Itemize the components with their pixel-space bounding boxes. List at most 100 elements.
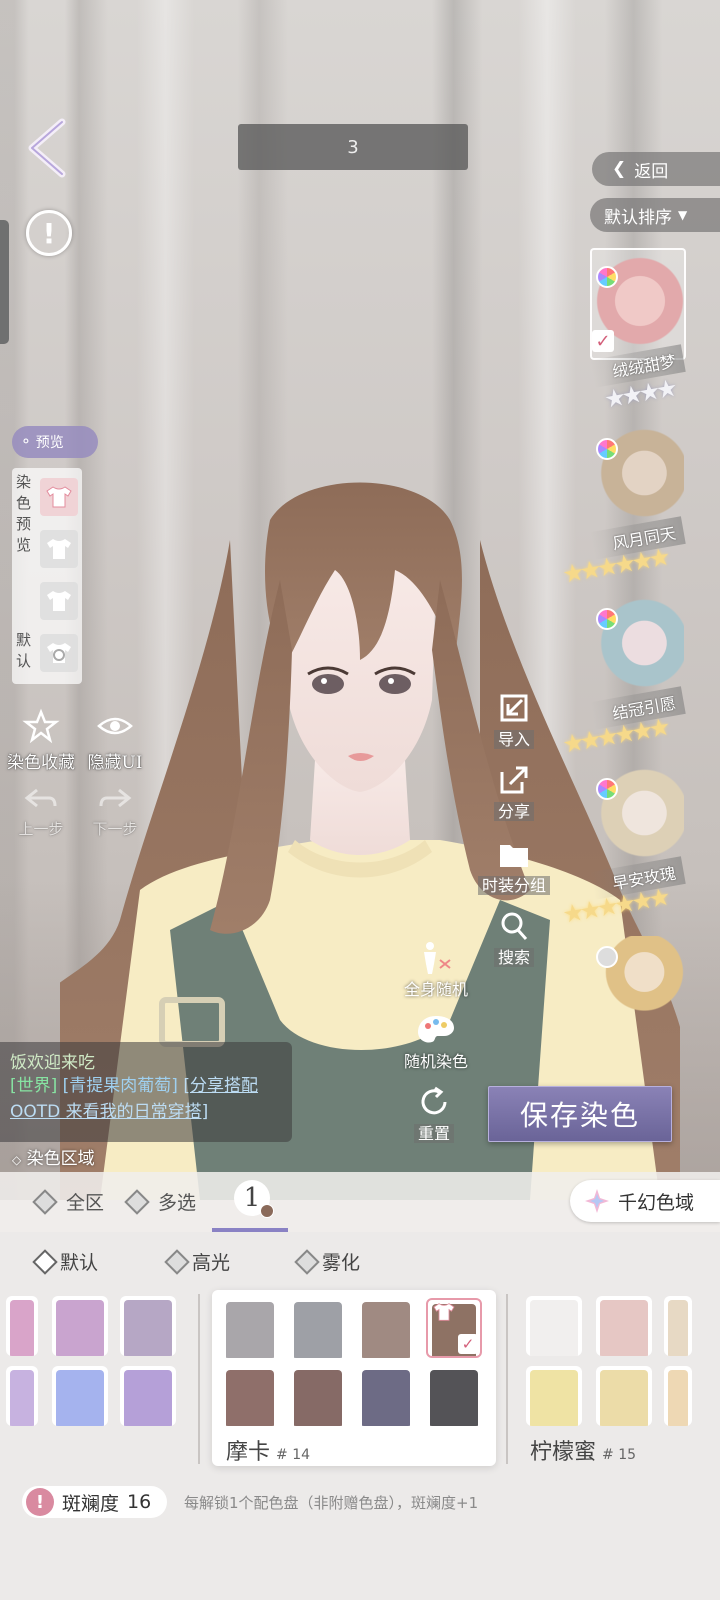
chat-message: [世界] [青提果肉葡萄] [分享搭配OOTD 来看我的日常穿搭]	[10, 1073, 282, 1125]
hide-ui-button[interactable]: 隐藏UI	[80, 708, 150, 773]
tab-default[interactable]: 默认	[32, 1248, 99, 1275]
random-dye-label: 随机染色	[403, 1052, 468, 1071]
hair-swatch[interactable]	[52, 1366, 108, 1426]
hair-swatch[interactable]	[222, 1366, 278, 1426]
hide-ui-label: 隐藏UI	[87, 753, 143, 773]
eye-icon: ⚬	[20, 434, 32, 450]
tab-region-1[interactable]: 1	[212, 1172, 288, 1232]
beauty-badge[interactable]: ! 斑斓度 16	[22, 1486, 168, 1518]
hair-swatch-selected[interactable]: ✓	[426, 1298, 482, 1358]
shirt-preview-icon[interactable]	[40, 478, 78, 516]
tab-all-regions[interactable]: 全区	[32, 1188, 105, 1215]
page-counter: 3	[238, 124, 468, 170]
tab-all-label: 全区	[66, 1192, 105, 1214]
redo-arrow-icon	[99, 788, 132, 808]
sort-dropdown[interactable]: 默认排序 ▼	[590, 198, 720, 232]
chat-box[interactable]: 饭欢迎来吃 [世界] [青提果肉葡萄] [分享搭配OOTD 来看我的日常穿搭]	[0, 1042, 292, 1142]
import-button[interactable]: 导入	[474, 690, 554, 750]
hair-swatch[interactable]	[664, 1366, 692, 1426]
hair-swatch[interactable]	[526, 1296, 582, 1356]
dye-preview-label: 染 色 预 览	[16, 473, 32, 554]
back-arrow-icon[interactable]	[22, 118, 74, 178]
dye-region-label: ◇ 染色区域	[12, 1149, 95, 1169]
diamond-checkbox-icon	[294, 1248, 320, 1275]
hairstyle-item[interactable]: ✓ 绒绒甜梦 ★★★★	[560, 248, 720, 416]
color-wheel-icon	[596, 608, 618, 630]
beauty-note: 每解锁1个配色盘（非附赠色盘），斑斓度+1	[184, 1494, 479, 1512]
tab-mist[interactable]: 雾化	[294, 1248, 361, 1275]
outfit-group-button[interactable]: 时装分组	[474, 836, 554, 896]
diamond-checkbox-icon	[124, 1188, 150, 1215]
return-button[interactable]: ❮ 返回	[592, 152, 720, 186]
dye-mode-tabs: 默认 高光 雾化	[0, 1232, 720, 1292]
preview-toggle-label: 预览	[35, 435, 64, 451]
undo-button[interactable]: 上一步	[6, 786, 76, 839]
hair-swatch[interactable]	[290, 1366, 346, 1426]
shirt-preview-icon[interactable]	[40, 582, 78, 620]
qianhuan-label: 千幻色域	[618, 1191, 695, 1214]
reset-default-icon[interactable]	[40, 634, 78, 672]
full-random-button[interactable]: 全身随机	[396, 940, 476, 1000]
redo-label: 下一步	[92, 820, 138, 838]
hair-swatch[interactable]	[358, 1298, 414, 1358]
shirt-preview-icon[interactable]	[40, 530, 78, 568]
qianhuan-color-button[interactable]: 千幻色域	[570, 1180, 720, 1222]
palette-name-mocha: 摩卡 # 14	[226, 1440, 311, 1465]
search-label: 搜索	[493, 948, 534, 967]
hair-swatch[interactable]	[6, 1366, 38, 1426]
chat-user[interactable]: [青提果肉葡萄]	[63, 1076, 178, 1096]
info-icon[interactable]: !	[26, 210, 72, 256]
eye-icon	[97, 717, 133, 735]
beauty-label: 斑斓度	[62, 1492, 120, 1515]
search-icon	[501, 912, 528, 940]
hair-swatch[interactable]	[596, 1296, 652, 1356]
hair-swatch[interactable]	[526, 1366, 582, 1426]
default-label: 默 认	[16, 631, 32, 670]
hair-swatch[interactable]	[290, 1298, 346, 1358]
preview-toggle[interactable]: ⚬ 预览	[12, 426, 98, 458]
check-icon: ✓	[592, 330, 614, 352]
hair-swatch[interactable]	[6, 1296, 38, 1356]
hairstyle-item-partial[interactable]	[560, 936, 720, 1016]
random-figure-icon	[424, 942, 451, 974]
hair-swatch[interactable]	[664, 1296, 692, 1356]
check-icon: ✓	[458, 1334, 478, 1354]
import-label: 导入	[493, 730, 534, 749]
shirt-icon	[433, 1303, 455, 1321]
redo-button[interactable]: 下一步	[80, 786, 150, 839]
star-burst-icon	[585, 1189, 609, 1213]
tab-multi-select[interactable]: 多选	[124, 1188, 196, 1215]
exclamation-icon: !	[26, 1488, 54, 1516]
side-drawer-handle[interactable]	[0, 220, 9, 344]
palette-icon	[418, 1016, 454, 1043]
hair-swatch[interactable]	[596, 1366, 652, 1426]
hairstyle-item[interactable]: 早安玫瑰 ★★★★★★	[560, 768, 720, 929]
beauty-bar: ! 斑斓度 16 每解锁1个配色盘（非附赠色盘），斑斓度+1	[0, 1476, 720, 1600]
hair-swatch[interactable]	[120, 1296, 176, 1356]
chat-channel: [世界]	[10, 1076, 58, 1096]
full-random-label: 全身随机	[403, 980, 468, 999]
hairstyle-item[interactable]: 风月同天 ★★★★★★	[560, 428, 720, 589]
return-label: 返回	[634, 161, 669, 182]
share-button[interactable]: 分享	[474, 762, 554, 822]
random-dye-button[interactable]: 随机染色	[396, 1012, 476, 1072]
hair-swatch[interactable]	[426, 1366, 482, 1426]
search-button[interactable]: 搜索	[474, 908, 554, 968]
tab-mist-label: 雾化	[322, 1252, 361, 1274]
dye-favorite-button[interactable]: 染色收藏	[6, 708, 76, 773]
tab-default-label: 默认	[60, 1252, 99, 1274]
hairstyle-item[interactable]: 结冠引愿 ★★★★★★	[560, 598, 720, 759]
hair-swatch[interactable]	[222, 1298, 278, 1358]
color-wheel-icon	[596, 266, 618, 288]
reset-button[interactable]: 重置	[394, 1084, 474, 1144]
hair-swatch[interactable]	[358, 1366, 414, 1426]
reset-icon	[421, 1086, 447, 1115]
hair-swatch[interactable]	[52, 1296, 108, 1356]
sort-label: 默认排序	[604, 207, 672, 228]
hair-swatch[interactable]	[120, 1366, 176, 1426]
tab-highlight[interactable]: 高光	[164, 1248, 230, 1275]
save-dye-button[interactable]: 保存染色	[488, 1086, 672, 1142]
check-diamond-icon	[32, 1248, 58, 1275]
caret-down-icon: ▼	[678, 208, 688, 222]
share-icon	[500, 766, 528, 794]
